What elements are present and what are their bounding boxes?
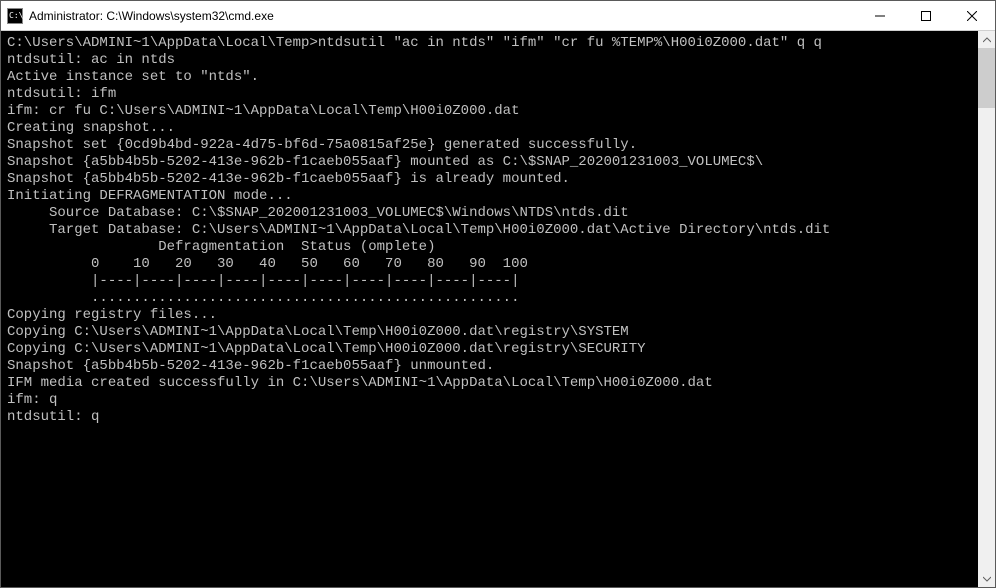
terminal-output[interactable]: C:\Users\ADMINI~1\AppData\Local\Temp>ntd…	[1, 31, 978, 587]
terminal-line: ifm: cr fu C:\Users\ADMINI~1\AppData\Loc…	[7, 103, 972, 120]
terminal-line: Snapshot {a5bb4b5b-5202-413e-962b-f1caeb…	[7, 358, 972, 375]
client-area: C:\Users\ADMINI~1\AppData\Local\Temp>ntd…	[1, 31, 995, 587]
terminal-line: Copying C:\Users\ADMINI~1\AppData\Local\…	[7, 341, 972, 358]
minimize-button[interactable]	[857, 1, 903, 31]
vertical-scrollbar[interactable]	[978, 31, 995, 587]
terminal-line: |----|----|----|----|----|----|----|----…	[7, 273, 972, 290]
titlebar[interactable]: C:\ Administrator: C:\Windows\system32\c…	[1, 1, 995, 31]
terminal-line: ntdsutil: ac in ntds	[7, 52, 972, 69]
terminal-line: Snapshot {a5bb4b5b-5202-413e-962b-f1caeb…	[7, 154, 972, 171]
scroll-down-arrow-icon[interactable]	[978, 570, 995, 587]
terminal-line: ntdsutil: ifm	[7, 86, 972, 103]
terminal-line: ntdsutil: q	[7, 409, 972, 426]
cmd-icon: C:\	[7, 8, 23, 24]
maximize-button[interactable]	[903, 1, 949, 31]
terminal-line: Snapshot set {0cd9b4bd-922a-4d75-bf6d-75…	[7, 137, 972, 154]
terminal-line: Target Database: C:\Users\ADMINI~1\AppDa…	[7, 222, 972, 239]
terminal-line: C:\Users\ADMINI~1\AppData\Local\Temp>ntd…	[7, 35, 972, 52]
terminal-line: Snapshot {a5bb4b5b-5202-413e-962b-f1caeb…	[7, 171, 972, 188]
terminal-line: ........................................…	[7, 290, 972, 307]
close-icon	[967, 11, 977, 21]
terminal-line: IFM media created successfully in C:\Use…	[7, 375, 972, 392]
terminal-line: Creating snapshot...	[7, 120, 972, 137]
scroll-thumb[interactable]	[978, 48, 995, 108]
terminal-line: Initiating DEFRAGMENTATION mode...	[7, 188, 972, 205]
maximize-icon	[921, 11, 931, 21]
minimize-icon	[875, 11, 885, 21]
close-button[interactable]	[949, 1, 995, 31]
terminal-line: ifm: q	[7, 392, 972, 409]
cmd-window: C:\ Administrator: C:\Windows\system32\c…	[0, 0, 996, 588]
terminal-line: Active instance set to "ntds".	[7, 69, 972, 86]
scroll-up-arrow-icon[interactable]	[978, 31, 995, 48]
window-title: Administrator: C:\Windows\system32\cmd.e…	[29, 9, 274, 23]
terminal-line: Copying registry files...	[7, 307, 972, 324]
terminal-line: Source Database: C:\$SNAP_202001231003_V…	[7, 205, 972, 222]
terminal-line: 0 10 20 30 40 50 60 70 80 90 100	[7, 256, 972, 273]
scroll-track[interactable]	[978, 48, 995, 570]
terminal-line: Defragmentation Status (omplete)	[7, 239, 972, 256]
terminal-line: Copying C:\Users\ADMINI~1\AppData\Local\…	[7, 324, 972, 341]
